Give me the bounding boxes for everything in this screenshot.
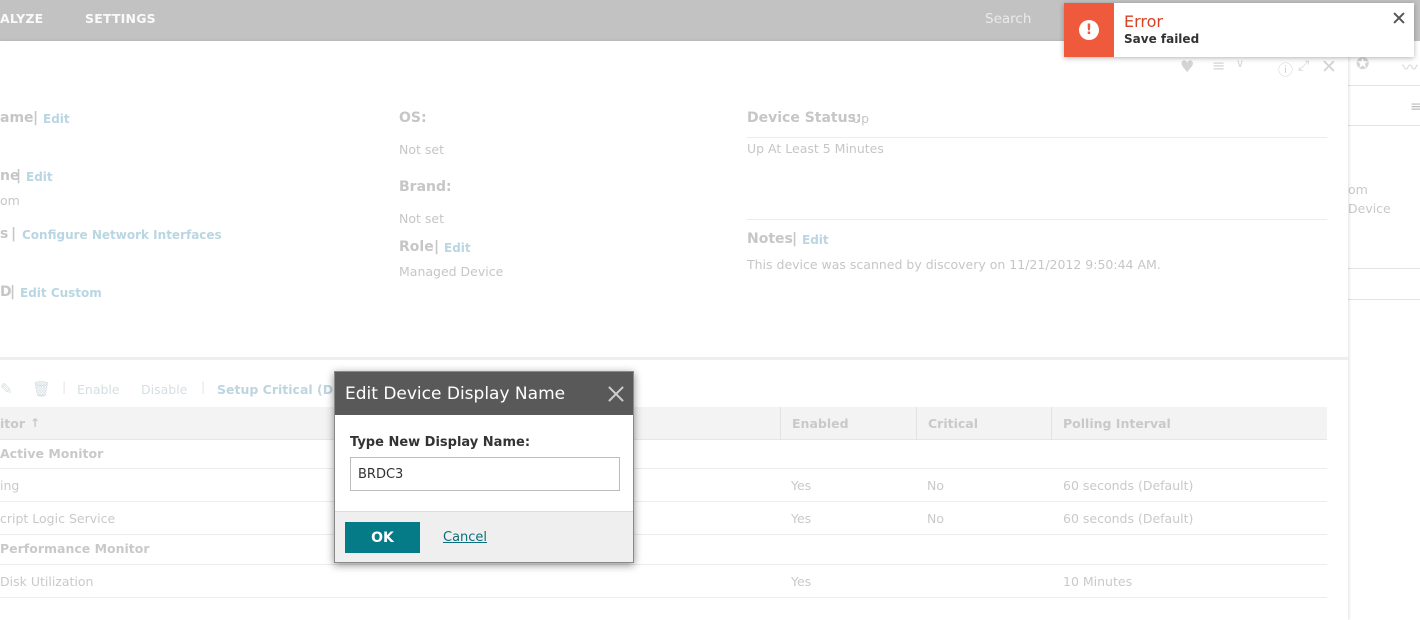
- close-icon[interactable]: [1392, 11, 1406, 25]
- group-row: Performance Monitor: [0, 535, 1327, 565]
- display-name-input[interactable]: [350, 457, 620, 491]
- device-details-panel: ♥ ≡ ∨ ⓘ ⤢ ✕ ame | Edit ne | Edit om s | …: [0, 41, 1348, 620]
- configure-interfaces-link[interactable]: Configure Network Interfaces: [22, 228, 222, 242]
- edit-role-link[interactable]: Edit: [444, 241, 471, 255]
- expand-icon[interactable]: ⤢: [1298, 58, 1309, 74]
- display-name-label: ame: [0, 110, 34, 126]
- os-value: Not set: [399, 142, 444, 157]
- group-name: Active Monitor: [0, 446, 104, 461]
- column-monitor[interactable]: itor: [0, 416, 25, 431]
- os-label: OS:: [399, 110, 427, 126]
- help-icon[interactable]: ⓘ: [1278, 59, 1293, 80]
- table-row[interactable]: cript Logic Service Yes No 60 seconds (D…: [0, 502, 1327, 535]
- role-label: Role: [399, 239, 434, 255]
- disable-button[interactable]: Disable: [141, 382, 187, 397]
- dialog-footer: OK Cancel: [335, 511, 633, 562]
- side-panel-text: om: [1348, 182, 1368, 197]
- toast-message: Save failed: [1124, 32, 1200, 46]
- device-status-value: Up: [852, 111, 870, 126]
- nav-analyze[interactable]: ALYZE: [0, 11, 43, 26]
- chevron-down-icon[interactable]: ∨: [1236, 57, 1244, 70]
- table-row[interactable]: ing Yes No 60 seconds (Default): [0, 469, 1327, 502]
- menu-icon[interactable]: ≡: [1410, 99, 1420, 115]
- hostname-value: om: [0, 193, 20, 208]
- column-enabled[interactable]: Enabled: [792, 416, 849, 431]
- notes-label: Notes: [747, 231, 793, 247]
- side-panel-text: Device: [1348, 201, 1391, 216]
- addresses-label: s: [0, 226, 9, 242]
- edit-hostname-link[interactable]: Edit: [26, 170, 53, 184]
- toast-title: Error: [1124, 12, 1163, 31]
- background-side-panel: ✪ 〰 ≡ om Device: [1348, 41, 1420, 620]
- trash-icon[interactable]: 🗑: [32, 380, 51, 398]
- edit-display-name-link[interactable]: Edit: [43, 112, 70, 126]
- sort-up-icon[interactable]: ↑: [30, 416, 40, 430]
- dialog-title: Edit Device Display Name: [345, 384, 566, 404]
- close-icon[interactable]: ✕: [1321, 56, 1337, 78]
- error-toast: ! Error Save failed: [1064, 3, 1414, 57]
- close-icon[interactable]: [605, 383, 627, 405]
- edit-custom-link[interactable]: Edit Custom: [20, 286, 102, 300]
- dialog-header: Edit Device Display Name: [335, 372, 633, 415]
- group-row: Active Monitor: [0, 441, 1327, 469]
- display-name-field-label: Type New Display Name:: [350, 435, 531, 450]
- column-polling-interval[interactable]: Polling Interval: [1063, 416, 1171, 431]
- cancel-link[interactable]: Cancel: [443, 530, 487, 545]
- column-critical[interactable]: Critical: [928, 416, 978, 431]
- group-name: Performance Monitor: [0, 541, 150, 556]
- monitor-table-header: itor ↑ Enabled Critical Polling Interval: [0, 407, 1327, 440]
- table-row[interactable]: Disk Utilization Yes 10 Minutes: [0, 565, 1327, 598]
- role-value: Managed Device: [399, 264, 504, 279]
- notes-value: This device was scanned by discovery on …: [747, 257, 1161, 272]
- edit-notes-link[interactable]: Edit: [802, 233, 829, 247]
- exclamation-icon: !: [1079, 20, 1099, 40]
- edit-display-name-dialog: Edit Device Display Name Type New Displa…: [334, 371, 634, 563]
- edit-pencil-icon[interactable]: ✎: [0, 380, 13, 398]
- brand-label: Brand:: [399, 179, 452, 195]
- status-detail: Up At Least 5 Minutes: [747, 141, 884, 156]
- list-menu-icon[interactable]: ≡: [1212, 56, 1225, 75]
- nav-settings[interactable]: SETTINGS: [85, 11, 156, 26]
- brand-value: Not set: [399, 211, 444, 226]
- pulse-icon: 〰: [1402, 58, 1419, 77]
- search-input[interactable]: Search: [985, 11, 1031, 27]
- heart-pulse-icon[interactable]: ♥: [1180, 57, 1194, 76]
- enable-button[interactable]: Enable: [77, 382, 120, 397]
- device-status-label: Device Status:: [747, 110, 862, 126]
- ok-button[interactable]: OK: [345, 522, 420, 553]
